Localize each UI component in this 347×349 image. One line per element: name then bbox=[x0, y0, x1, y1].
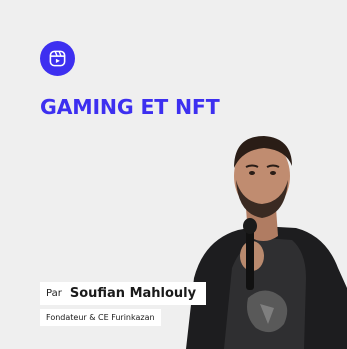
page-title: GAMING ET NFT bbox=[40, 95, 220, 119]
speaker-prefix: Par bbox=[46, 288, 62, 299]
badge bbox=[40, 41, 75, 76]
speaker-role: Fondateur & CE Furinkazan bbox=[46, 313, 155, 322]
event-card: GAMING ET NFT Par Soufian Mahlouly Fonda bbox=[0, 0, 347, 349]
video-reel-icon bbox=[49, 50, 66, 67]
speaker-name-label: Par Soufian Mahlouly bbox=[40, 282, 207, 305]
speaker-role-label: Fondateur & CE Furinkazan bbox=[40, 309, 161, 326]
speaker-name: Soufian Mahlouly bbox=[69, 286, 197, 301]
speaker-photo bbox=[186, 136, 347, 349]
